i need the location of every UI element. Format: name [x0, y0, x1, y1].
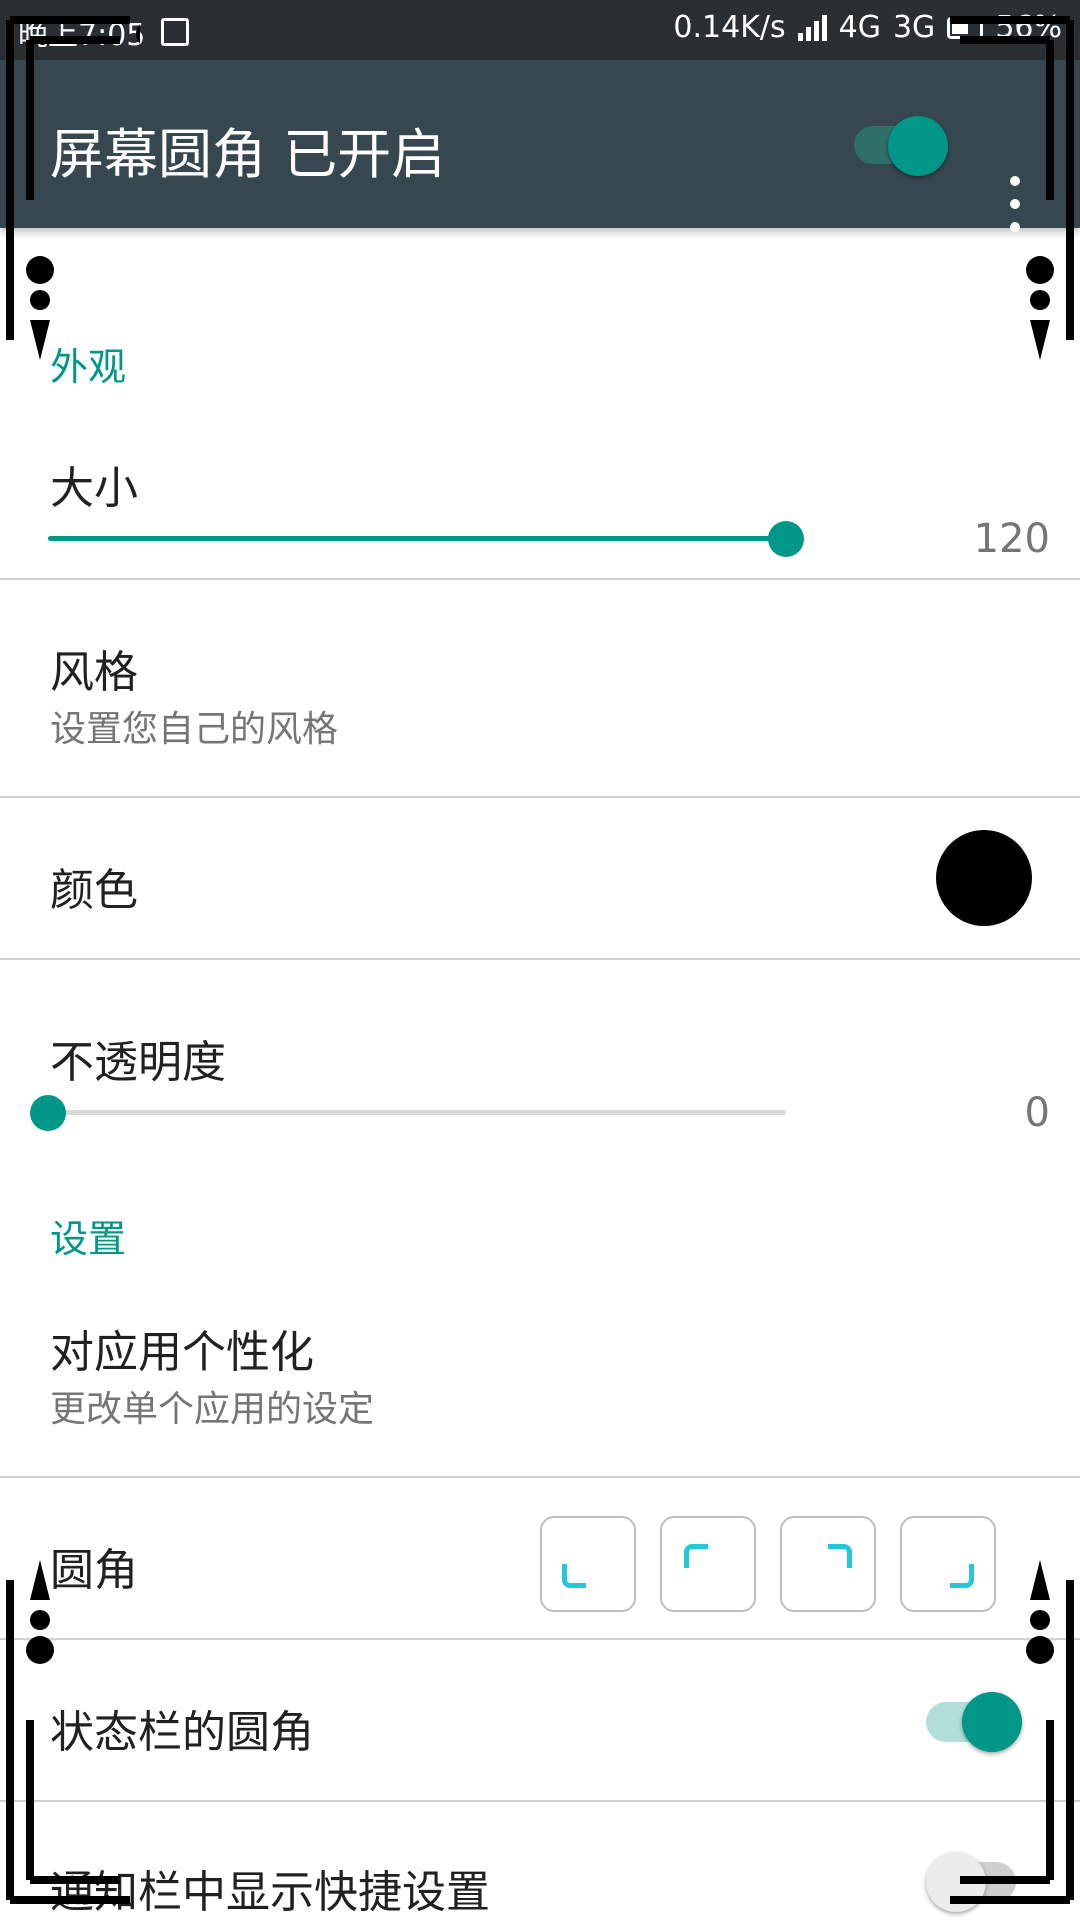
opacity-label: 不透明度 — [50, 1037, 226, 1088]
opacity-slider-thumb[interactable] — [30, 1095, 66, 1131]
style-subtitle: 设置您自己的风格 — [50, 709, 339, 750]
divider — [0, 1638, 1080, 1640]
opacity-value: 0 — [1024, 1090, 1050, 1136]
size-slider-fill — [48, 536, 786, 541]
corner-bottom-left-icon — [562, 1564, 586, 1588]
color-swatch[interactable] — [936, 830, 1032, 926]
size-label: 大小 — [50, 463, 138, 514]
toggle-thumb — [926, 1852, 986, 1912]
network-speed: 0.14K/s — [673, 10, 786, 45]
status-time: 晚上7:05 — [18, 18, 146, 53]
section-header-appearance: 外观 — [50, 345, 127, 389]
divider — [0, 578, 1080, 580]
app-bar: 屏幕圆角 已开启 — [0, 60, 1080, 232]
section-header-settings: 设置 — [50, 1217, 127, 1261]
status-bar: 晚上7:05 0.14K/s 4G 3G 56% — [0, 0, 1080, 60]
signal-icon — [797, 14, 827, 41]
corner-bottom-right-button[interactable] — [900, 1516, 996, 1612]
file-icon — [161, 18, 190, 46]
network-type-a: 4G — [838, 10, 881, 45]
page-title: 屏幕圆角 已开启 — [50, 123, 446, 186]
divider — [0, 958, 1080, 960]
statusbar-corners-toggle[interactable] — [926, 1692, 1026, 1752]
statusbar-corners-label: 状态栏的圆角 — [50, 1707, 314, 1758]
per-app-label: 对应用个性化 — [50, 1327, 314, 1378]
toggle-thumb — [888, 116, 948, 176]
network-type-b: 3G — [892, 10, 936, 45]
opacity-slider[interactable] — [48, 1110, 786, 1115]
corner-bottom-left-button[interactable] — [540, 1516, 636, 1612]
size-slider[interactable] — [48, 536, 786, 541]
size-slider-thumb[interactable] — [768, 521, 804, 557]
corner-top-left-icon — [684, 1544, 708, 1568]
overflow-menu-icon[interactable] — [1000, 176, 1030, 232]
divider — [0, 796, 1080, 798]
corner-top-right-icon — [828, 1544, 852, 1568]
style-label: 风格 — [50, 647, 138, 698]
battery-icon — [947, 16, 984, 39]
master-enable-toggle[interactable] — [854, 116, 948, 176]
color-label: 颜色 — [50, 865, 138, 916]
size-value: 120 — [973, 516, 1050, 562]
divider — [0, 1476, 1080, 1478]
quick-settings-label: 通知栏中显示快捷设置 — [50, 1867, 490, 1918]
toggle-thumb — [962, 1692, 1022, 1752]
corner-top-left-button[interactable] — [660, 1516, 756, 1612]
corner-top-right-button[interactable] — [780, 1516, 876, 1612]
corners-label: 圆角 — [50, 1545, 138, 1596]
battery-level: 56% — [995, 10, 1062, 45]
divider — [0, 1800, 1080, 1802]
quick-settings-toggle[interactable] — [926, 1852, 1026, 1912]
corner-bottom-right-icon — [950, 1564, 974, 1588]
per-app-subtitle: 更改单个应用的设定 — [50, 1389, 375, 1430]
